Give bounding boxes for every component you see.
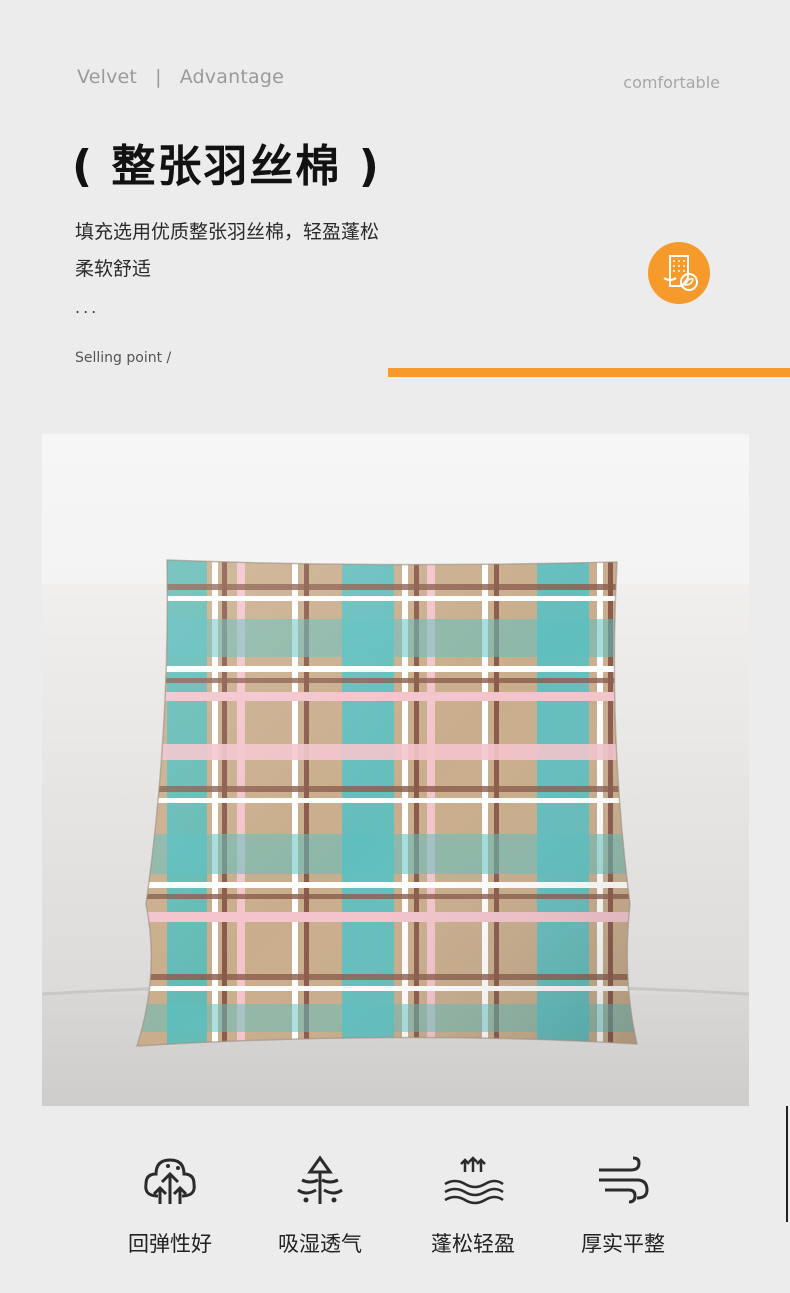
- feature-label-thick: 厚实平整: [581, 1232, 665, 1256]
- tag-comfortable: comfortable: [623, 73, 720, 92]
- rebound-tree-icon: [144, 1158, 196, 1204]
- tag-row: Velvet | Advantage: [77, 66, 284, 88]
- feature-row: 回弹性好 吸湿透气 蓬松轻盈 厚实平整: [0, 1150, 790, 1270]
- selling-point-label: Selling point /: [75, 350, 172, 366]
- orange-accent-bar: [388, 368, 790, 377]
- feature-label-fluffy: 蓬松轻盈: [431, 1232, 515, 1256]
- feature-label-rebound: 回弹性好: [128, 1232, 212, 1256]
- tag-advantage: Advantage: [179, 66, 284, 88]
- feature-rebound: 回弹性好: [95, 1150, 245, 1258]
- moisture-breathable-icon: [297, 1155, 343, 1204]
- ellipsis: ...: [75, 298, 100, 317]
- wind-lines-icon: [599, 1156, 649, 1204]
- tag-velvet: Velvet: [77, 66, 138, 88]
- feature-thick: 厚实平整: [548, 1150, 698, 1258]
- feature-fluffy: 蓬松轻盈: [398, 1150, 548, 1258]
- tag-separator: |: [155, 66, 162, 88]
- padding-sheet-leaf-icon: [648, 242, 710, 304]
- description-line-1: 填充选用优质整张羽丝棉，轻盈蓬松: [75, 221, 380, 243]
- fluffy-waves-icon: [444, 1156, 504, 1205]
- product-photo: [42, 434, 749, 1106]
- description-line-2: 柔软舒适: [75, 258, 152, 280]
- feature-moisture: 吸湿透气: [245, 1150, 395, 1258]
- feature-label-moisture: 吸湿透气: [278, 1232, 362, 1256]
- page-title: ( 整张羽丝棉 ): [72, 141, 381, 192]
- description: 填充选用优质整张羽丝棉，轻盈蓬松 柔软舒适: [75, 214, 455, 288]
